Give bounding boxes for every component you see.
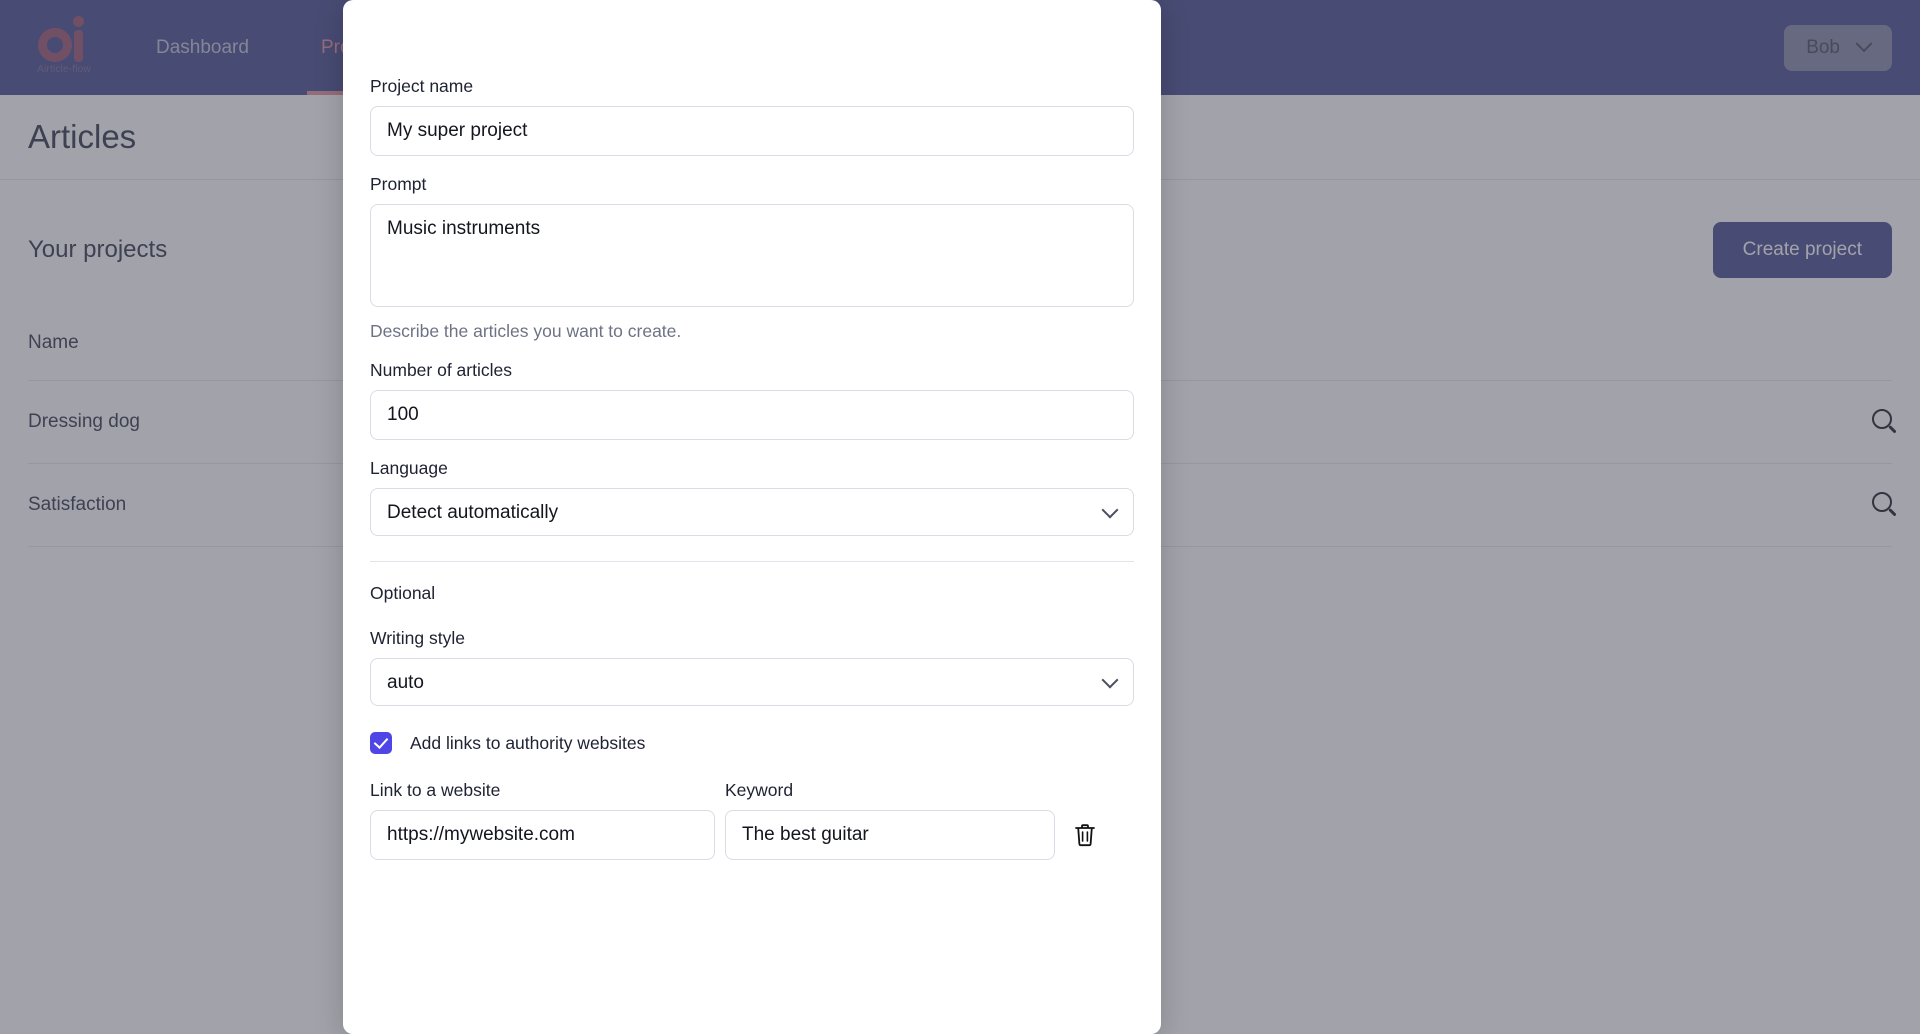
project-name-input[interactable]: [370, 106, 1134, 156]
language-label: Language: [370, 458, 1134, 479]
writing-style-select[interactable]: auto: [370, 658, 1134, 706]
field-number-of-articles: Number of articles: [370, 360, 1134, 440]
trash-icon: [1074, 823, 1096, 847]
project-name-label: Project name: [370, 76, 1134, 97]
field-project-name: Project name: [370, 76, 1134, 156]
prompt-helper-text: Describe the articles you want to create…: [370, 321, 1134, 342]
number-of-articles-input[interactable]: [370, 390, 1134, 440]
authority-links-checkbox-label: Add links to authority websites: [410, 733, 645, 754]
prompt-textarea[interactable]: Music instruments: [370, 204, 1134, 307]
link-to-website-label: Link to a website: [370, 780, 715, 801]
field-link-to-website: Link to a website: [370, 780, 715, 860]
create-project-modal: Project name Prompt Music instruments De…: [343, 0, 1161, 1034]
field-writing-style: Writing style auto: [370, 628, 1134, 706]
authority-links-toggle-row[interactable]: Add links to authority websites: [370, 732, 1134, 754]
keyword-label: Keyword: [725, 780, 1055, 801]
authority-link-row: Link to a website Keyword: [370, 780, 1134, 860]
link-to-website-input[interactable]: [370, 810, 715, 860]
modal-body: Project name Prompt Music instruments De…: [343, 0, 1161, 860]
delete-authority-link-button[interactable]: [1065, 810, 1105, 860]
authority-links-checkbox[interactable]: [370, 732, 392, 754]
field-language: Language Detect automatically: [370, 458, 1134, 536]
field-keyword: Keyword: [725, 780, 1055, 860]
number-of-articles-label: Number of articles: [370, 360, 1134, 381]
section-divider: [370, 561, 1134, 562]
writing-style-label: Writing style: [370, 628, 1134, 649]
field-prompt: Prompt Music instruments Describe the ar…: [370, 174, 1134, 342]
language-select[interactable]: Detect automatically: [370, 488, 1134, 536]
optional-section-label: Optional: [370, 583, 1134, 604]
prompt-label: Prompt: [370, 174, 1134, 195]
keyword-input[interactable]: [725, 810, 1055, 860]
